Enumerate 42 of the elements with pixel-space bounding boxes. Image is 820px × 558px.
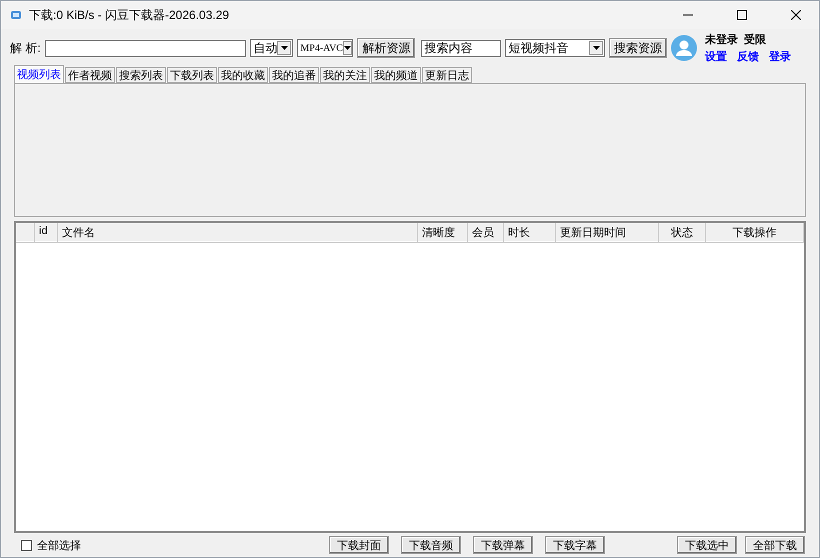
- account-link[interactable]: 设置: [705, 51, 727, 63]
- select-all-checkbox[interactable]: 全部选择: [21, 538, 81, 552]
- download-button[interactable]: 下载选中: [677, 536, 737, 554]
- parse-label: 解 析:: [10, 40, 41, 56]
- url-field[interactable]: [44, 40, 246, 56]
- column-header: 清晰度: [418, 223, 468, 243]
- parse-button[interactable]: 解析资源: [357, 38, 416, 58]
- login-status: 未登录 受限: [705, 32, 768, 47]
- download-button[interactable]: 下载音频: [401, 536, 461, 554]
- quality-dropdown[interactable]: 自动: [250, 39, 294, 57]
- avatar-icon: [671, 35, 697, 61]
- tab[interactable]: 我的收藏: [218, 67, 268, 83]
- tab[interactable]: 视频列表: [14, 65, 64, 83]
- tab[interactable]: 作者视频: [65, 67, 115, 83]
- column-header: 状态: [659, 223, 706, 243]
- tab[interactable]: 我的关注: [320, 67, 370, 83]
- account-link[interactable]: 登录: [769, 51, 791, 63]
- close-icon[interactable]: [791, 10, 801, 20]
- tab[interactable]: 更新日志: [422, 67, 472, 83]
- source-dropdown[interactable]: 短视频抖音: [505, 39, 605, 57]
- search-field[interactable]: 搜索内容: [421, 40, 502, 56]
- tab[interactable]: 我的频道: [371, 67, 421, 83]
- account-link[interactable]: 反馈: [737, 51, 759, 63]
- tab[interactable]: 搜索列表: [116, 67, 166, 83]
- column-header: 更新日期时间: [556, 223, 659, 243]
- column-header: 文件名: [58, 223, 418, 243]
- column-header: 下载操作: [706, 223, 804, 243]
- format-dropdown[interactable]: MP4-AVC: [297, 39, 354, 57]
- search-button[interactable]: 搜索资源: [609, 38, 667, 58]
- app-icon: [11, 10, 21, 20]
- column-header: 时长: [504, 223, 556, 243]
- download-button[interactable]: 全部下载: [745, 536, 805, 554]
- download-button[interactable]: 下载封面: [329, 536, 389, 554]
- maximize-icon[interactable]: [737, 10, 747, 20]
- download-button[interactable]: 下载弹幕: [473, 536, 533, 554]
- column-header: id: [35, 223, 58, 243]
- tab[interactable]: 下载列表: [167, 67, 217, 83]
- header-cell: [16, 223, 35, 243]
- column-header: 会员: [468, 223, 504, 243]
- download-button[interactable]: 下载字幕: [545, 536, 605, 554]
- tab[interactable]: 我的追番: [269, 67, 319, 83]
- window-title: 下载:0 KiB/s - 闪豆下载器-2026.03.29: [29, 6, 230, 24]
